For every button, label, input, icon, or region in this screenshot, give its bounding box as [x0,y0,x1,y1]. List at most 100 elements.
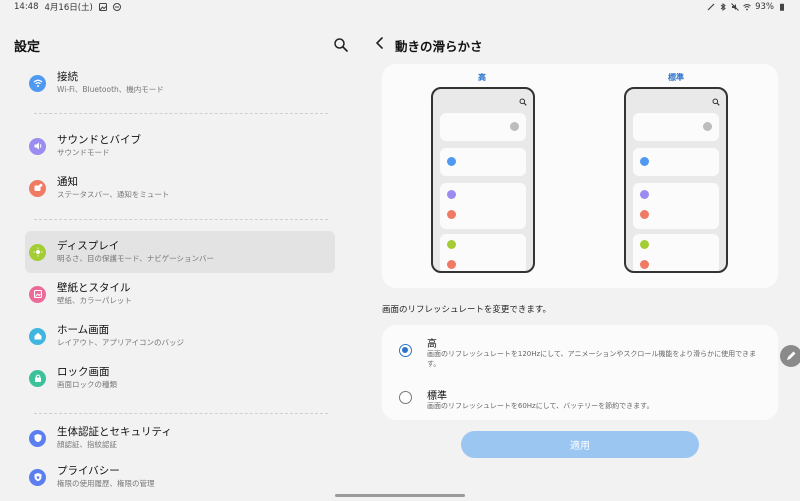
preview-card [633,113,719,141]
settings-item-subtitle: レイアウト、アプリアイコンのバッジ [57,338,184,347]
settings-item-title: 接続 [57,71,78,83]
settings-item-wallpaper[interactable]: 壁紙とスタイル 壁紙、カラーパレット [25,273,335,315]
preview-card [633,234,719,271]
settings-item-security[interactable]: 生体認証とセキュリティ 顔認証、指紋認証 [25,417,335,459]
radio-standard[interactable] [399,391,412,404]
radio-high[interactable] [399,344,412,357]
dnd-icon [112,3,121,11]
lock-icon [29,369,46,387]
menu-group-connections: 接続 Wi-Fi、Bluetooth、機内モード [25,62,335,104]
phone-preview-standard [624,87,728,273]
refresh-rate-options: 高 画面のリフレッシュレートを120Hzにして、アニメーションやスクロール機能を… [382,325,778,420]
settings-item-sound[interactable]: サウンドとバイブ サウンドモード [25,125,335,167]
gallery-icon [98,3,107,11]
settings-item-title: 生体認証とセキュリティ [57,426,172,438]
preview-dot [640,260,649,269]
divider [34,219,328,220]
preview-card [633,148,719,176]
settings-item-notifications[interactable]: 通知 ステータスバー、通知をミュート [25,167,335,209]
bluetooth-icon [720,3,726,11]
settings-item-subtitle: 壁紙、カラーパレット [57,296,132,305]
shield-icon [29,429,46,447]
menu-group-sound: サウンドとバイブ サウンドモード 通知 ステータスバー、通知をミュート [25,125,335,209]
wifi-icon [29,74,46,92]
phone-preview-high [431,87,535,273]
preview-dot [640,210,649,219]
divider [34,413,328,414]
search-icon [519,98,527,106]
back-icon[interactable] [374,36,386,50]
settings-item-title: ホーム画面 [57,324,110,336]
settings-pane: 設定 接続 Wi-Fi、Bluetooth、機内モード サウンドとバイブ サウン… [0,14,350,501]
home-icon [29,327,46,345]
option-high[interactable]: 高 画面のリフレッシュレートを120Hzにして、アニメーションやスクロール機能を… [382,325,778,375]
settings-item-subtitle: サウンドモード [57,148,110,157]
preview-dot [703,122,712,131]
refresh-rate-description: 画面のリフレッシュレートを変更できます。 [382,305,551,315]
settings-item-subtitle: 顔認証、指紋認証 [57,440,117,449]
settings-item-title: サウンドとバイブ [57,134,141,146]
option-description: 画面のリフレッシュレートを60Hzにして、バッテリーを節約できます。 [427,402,654,410]
option-title: 高 [427,339,437,350]
search-icon[interactable] [332,36,350,54]
search-icon [712,98,720,106]
menu-group-security: 生体認証とセキュリティ 顔認証、指紋認証 プライバシー 権限の使用履歴、権限の管… [25,417,335,495]
settings-item-subtitle: Wi-Fi、Bluetooth、機内モード [57,85,164,94]
display-icon [29,243,46,261]
preview-dot [640,190,649,199]
preview-dot [640,157,649,166]
settings-item-subtitle: 画面ロックの種類 [57,380,117,389]
settings-item-connections[interactable]: 接続 Wi-Fi、Bluetooth、機内モード [25,62,335,104]
preview-dot [447,240,456,249]
settings-item-subtitle: 明るさ、目の保護モード、ナビゲーションバー [57,254,215,263]
divider [34,113,328,114]
pen-icon [707,3,715,11]
menu-group-display: ディスプレイ 明るさ、目の保護モード、ナビゲーションバー 壁紙とスタイル 壁紙、… [25,231,335,399]
privacy-icon [29,468,46,486]
preview-dot [447,157,456,166]
preview-label-standard: 標準 [668,73,684,82]
option-title: 標準 [427,391,447,402]
preview-dot [447,210,456,219]
settings-item-subtitle: 権限の使用履歴、権限の管理 [57,479,155,488]
preview-label-high: 高 [478,73,486,82]
mute-icon [731,3,739,11]
status-bar: 14:48 4月16日(土) 93% [0,0,800,14]
preview-card [440,234,526,271]
notification-icon [29,179,46,197]
settings-item-title: プライバシー [57,465,120,477]
wallpaper-icon [29,285,46,303]
option-standard[interactable]: 標準 画面のリフレッシュレートを60Hzにして、バッテリーを節約できます。 [382,377,778,419]
preview-dot [510,122,519,131]
settings-item-title: ロック画面 [57,366,110,378]
preview-card [633,183,719,229]
settings-item-subtitle: ステータスバー、通知をミュート [57,190,170,199]
navigation-handle[interactable] [335,494,465,497]
preview-card [440,183,526,229]
option-description: 画面のリフレッシュレートを120Hzにして、アニメーションやスクロール機能をより… [427,350,757,368]
settings-item-title: 通知 [57,176,78,188]
preview-dot [447,260,456,269]
status-time: 14:48 [14,2,39,12]
pen-icon [787,351,796,360]
settings-item-title: 壁紙とスタイル [57,282,131,294]
preview-dot [640,240,649,249]
preview-dot [447,190,456,199]
settings-item-title: ディスプレイ [57,240,120,252]
page-title: 動きの滑らかさ [395,39,483,54]
battery-icon [780,3,784,11]
refresh-rate-preview: 高 標準 [382,64,778,288]
apply-button[interactable]: 適用 [461,431,699,458]
settings-item-home-screen[interactable]: ホーム画面 レイアウト、アプリアイコンのバッジ [25,315,335,357]
preview-card [440,113,526,141]
battery-percent: 93% [755,2,774,12]
settings-item-lock-screen[interactable]: ロック画面 画面ロックの種類 [25,357,335,399]
volume-icon [29,137,46,155]
wifi-icon [743,4,751,11]
settings-title: 設定 [14,40,41,55]
settings-item-privacy[interactable]: プライバシー 権限の使用履歴、権限の管理 [25,459,335,495]
detail-pane: 動きの滑らかさ 高 標準 画面のリフレッシュレートを変更できます。 高 画面のリ… [360,14,800,501]
preview-card [440,148,526,176]
edit-handle[interactable] [780,345,800,367]
settings-item-display[interactable]: ディスプレイ 明るさ、目の保護モード、ナビゲーションバー [25,231,335,273]
